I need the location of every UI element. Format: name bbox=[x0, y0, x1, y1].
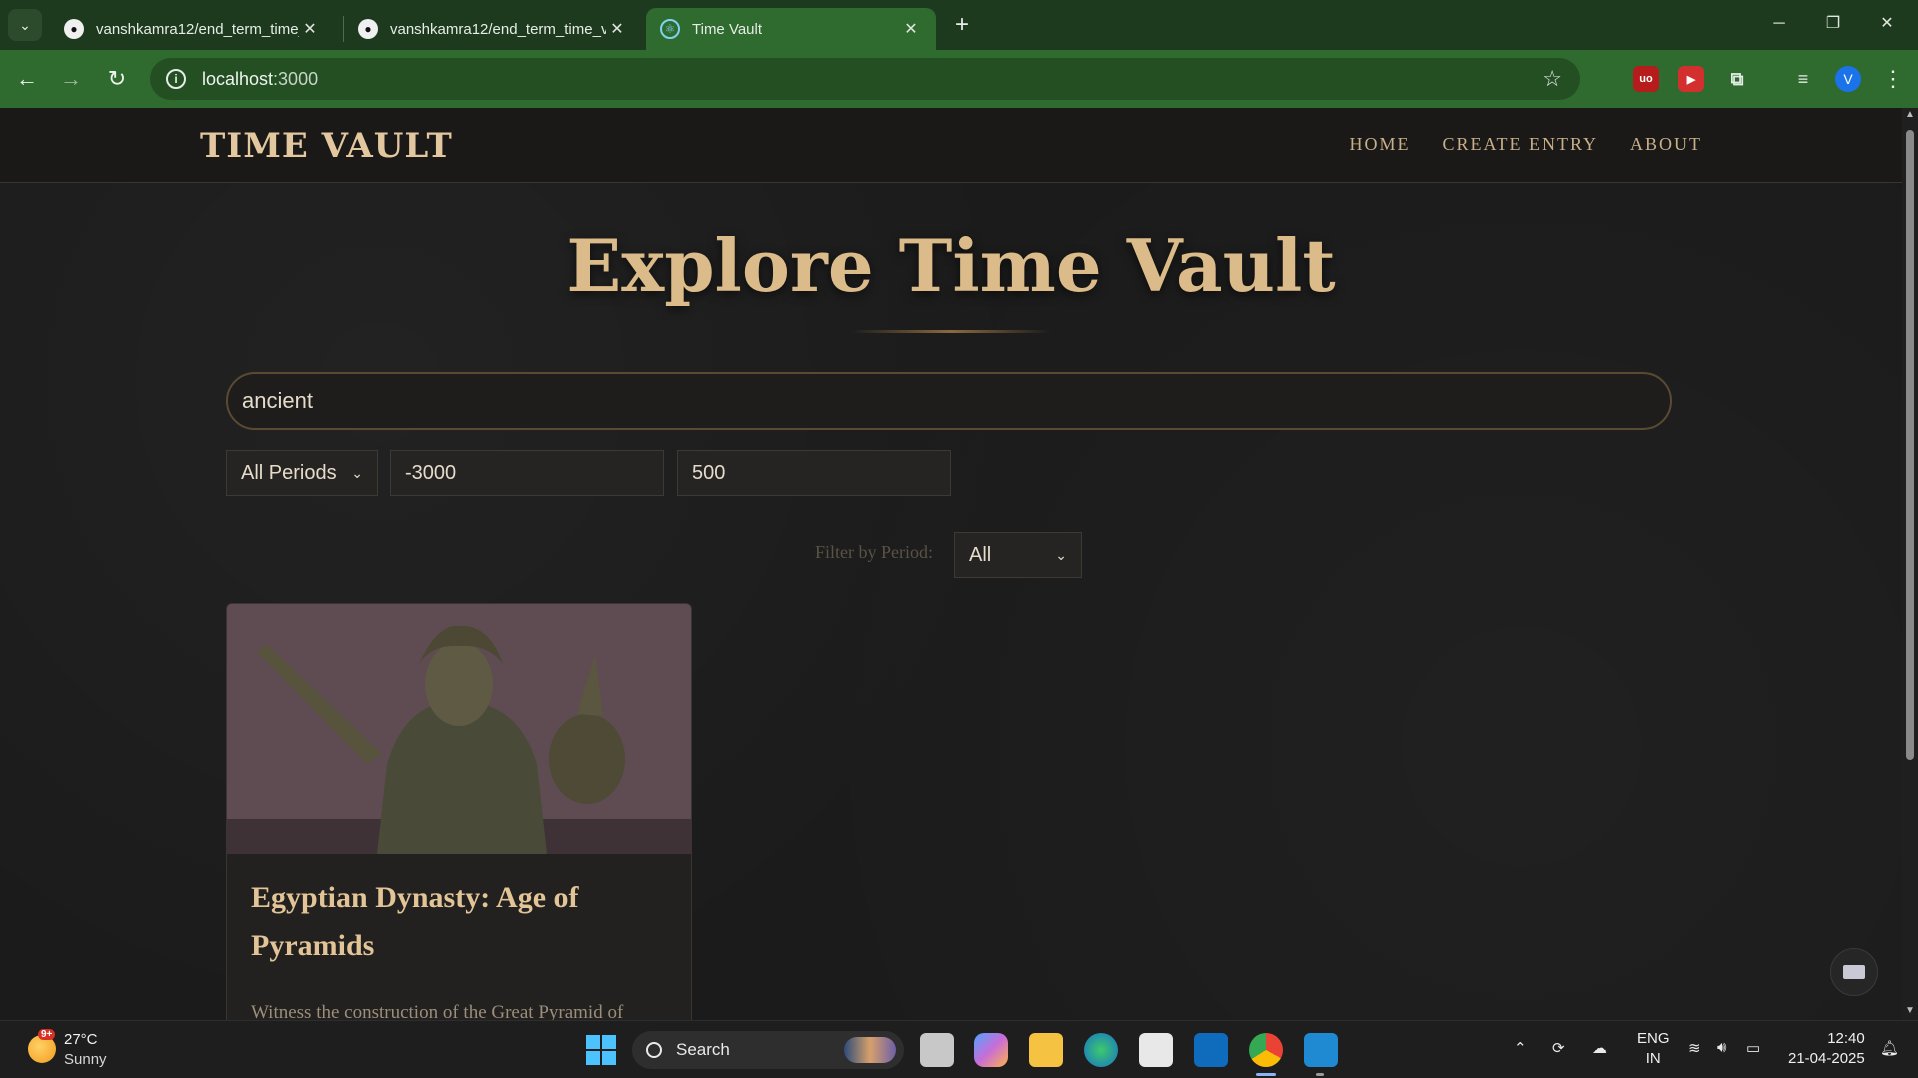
volume-icon[interactable]: 🔊︎ bbox=[1717, 1039, 1726, 1056]
scrollbar-thumb[interactable] bbox=[1906, 130, 1914, 760]
site-logo[interactable]: TIME VAULT bbox=[200, 126, 453, 166]
tab-title: Time Vault bbox=[692, 20, 763, 38]
nav-about[interactable]: ABOUT bbox=[1630, 134, 1702, 155]
chevron-down-icon: ⌄ bbox=[351, 464, 363, 481]
youtube-extension-icon[interactable]: ▶ bbox=[1678, 66, 1704, 92]
page-viewport: TIME VAULT HOME CREATE ENTRY ABOUT Explo… bbox=[0, 108, 1902, 1020]
new-tab-button[interactable]: + bbox=[948, 12, 976, 40]
address-bar[interactable]: i localhost:3000 ☆ bbox=[150, 58, 1580, 100]
entry-card[interactable]: Egyptian Dynasty: Age of Pyramids Witnes… bbox=[226, 603, 692, 1020]
vscode-icon[interactable] bbox=[1304, 1033, 1338, 1067]
period-dropdown[interactable]: All Periods ⌄ bbox=[226, 450, 378, 496]
search-icon bbox=[646, 1042, 662, 1058]
tab-title: vanshkamra12/end_term_time_v bbox=[390, 20, 606, 38]
back-button[interactable]: ← bbox=[12, 64, 42, 94]
edge-browser-icon[interactable] bbox=[1084, 1033, 1118, 1067]
filter-period-value: All bbox=[969, 543, 992, 566]
extensions-puzzle-icon[interactable]: ⧉ bbox=[1724, 66, 1750, 92]
weather-temperature[interactable]: 27°C bbox=[64, 1031, 98, 1048]
nav-home[interactable]: HOME bbox=[1349, 134, 1410, 155]
tab-search-button[interactable]: ⌄ bbox=[8, 9, 42, 41]
chevron-down-icon: ⌄ bbox=[1055, 546, 1067, 563]
system-clock[interactable]: 12:40 21-04-2025 bbox=[1788, 1029, 1865, 1069]
language-indicator[interactable]: ENG IN bbox=[1637, 1029, 1670, 1069]
chrome-icon[interactable] bbox=[1249, 1033, 1283, 1067]
outlook-icon[interactable] bbox=[1194, 1033, 1228, 1067]
filter-period-select[interactable]: All ⌄ bbox=[954, 532, 1082, 578]
notification-badge: 9+ bbox=[38, 1029, 56, 1040]
wifi-icon[interactable]: ≋ bbox=[1688, 1039, 1701, 1057]
sync-icon[interactable]: ⟳ bbox=[1552, 1039, 1565, 1057]
page-scrollbar[interactable]: ▲ ▼ bbox=[1902, 108, 1918, 1020]
windows-start-icon[interactable] bbox=[584, 1033, 618, 1067]
browser-tab-strip: ⌄ ● vanshkamra12/end_term_time_v ✕ ● van… bbox=[0, 0, 1918, 50]
close-window-button[interactable]: ✕ bbox=[1860, 6, 1914, 42]
url-text: localhost:3000 bbox=[202, 68, 319, 89]
windows-taskbar: 9+ 27°C Sunny Search ⌃ ⟳ ☁ ENG IN ≋ 🔊︎ ▭ … bbox=[0, 1020, 1918, 1078]
scroll-down-arrow-icon[interactable]: ▼ bbox=[1904, 1006, 1916, 1016]
reload-button[interactable]: ↻ bbox=[102, 64, 132, 94]
taskbar-search-label: Search bbox=[676, 1040, 730, 1059]
copilot-icon[interactable] bbox=[974, 1033, 1008, 1067]
taskbar-search[interactable]: Search bbox=[632, 1031, 904, 1069]
battery-icon[interactable]: ▭ bbox=[1746, 1039, 1760, 1057]
card-title: Egyptian Dynasty: Age of Pyramids bbox=[251, 881, 579, 962]
minimize-button[interactable]: ─ bbox=[1752, 6, 1806, 42]
github-icon: ● bbox=[358, 19, 378, 39]
card-description: Witness the construction of the Great Py… bbox=[251, 1002, 624, 1020]
browser-toolbar: ← → ↻ i localhost:3000 ☆ uo ▶ ⧉ ≡ V ⋮ bbox=[0, 50, 1918, 108]
show-hidden-icons-chevron-up-icon[interactable]: ⌃ bbox=[1514, 1039, 1527, 1057]
year-to-input[interactable]: 500 bbox=[677, 450, 951, 496]
close-tab-icon[interactable]: ✕ bbox=[900, 19, 922, 39]
keyboard-icon bbox=[1843, 965, 1865, 979]
site-header: TIME VAULT HOME CREATE ENTRY ABOUT bbox=[0, 108, 1902, 183]
profile-avatar[interactable]: V bbox=[1835, 66, 1861, 92]
close-tab-icon[interactable]: ✕ bbox=[606, 19, 628, 39]
chrome-active-indicator bbox=[1256, 1073, 1276, 1076]
tab-title: vanshkamra12/end_term_time_v bbox=[96, 20, 299, 38]
react-icon: ⚛ bbox=[660, 19, 680, 39]
statue-illustration bbox=[227, 604, 691, 854]
notification-bell-icon[interactable]: 🔔︎ bbox=[1880, 1039, 1899, 1057]
media-controls-icon[interactable]: ≡ bbox=[1790, 66, 1816, 92]
clock-time: 12:40 bbox=[1827, 1030, 1865, 1047]
title-divider bbox=[851, 330, 1051, 333]
scroll-up-arrow-icon[interactable]: ▲ bbox=[1904, 110, 1916, 120]
vscode-running-indicator bbox=[1316, 1073, 1324, 1076]
browser-tab-2[interactable]: ● vanshkamra12/end_term_time_v ✕ bbox=[344, 8, 642, 50]
forward-button[interactable]: → bbox=[56, 64, 86, 94]
clock-date: 21-04-2025 bbox=[1788, 1050, 1865, 1067]
search-input[interactable]: ancient bbox=[226, 372, 1672, 430]
keyboard-shortcut-button[interactable] bbox=[1830, 948, 1878, 996]
ublock-extension-icon[interactable]: uo bbox=[1633, 66, 1659, 92]
file-explorer-icon[interactable] bbox=[1029, 1033, 1063, 1067]
close-tab-icon[interactable]: ✕ bbox=[299, 19, 321, 39]
year-from-input[interactable]: -3000 bbox=[390, 450, 664, 496]
microsoft-store-icon[interactable] bbox=[1139, 1033, 1173, 1067]
weather-condition[interactable]: Sunny bbox=[64, 1051, 107, 1068]
filter-period-label: Filter by Period: bbox=[815, 542, 933, 562]
task-view-icon[interactable] bbox=[920, 1033, 954, 1067]
nav-create-entry[interactable]: CREATE ENTRY bbox=[1442, 134, 1598, 155]
browser-menu-icon[interactable]: ⋮ bbox=[1878, 64, 1908, 94]
site-nav: HOME CREATE ENTRY ABOUT bbox=[1349, 134, 1702, 155]
github-icon: ● bbox=[64, 19, 84, 39]
bookmark-star-icon[interactable]: ☆ bbox=[1542, 66, 1562, 92]
search-highlight-art bbox=[844, 1037, 896, 1063]
page-title: Explore Time Vault bbox=[566, 223, 1336, 308]
browser-tab-3[interactable]: ⚛ Time Vault ✕ bbox=[646, 8, 936, 50]
period-dropdown-value: All Periods bbox=[241, 461, 337, 484]
restore-button[interactable]: ❐ bbox=[1806, 6, 1860, 42]
card-image-statue bbox=[227, 604, 691, 854]
browser-tab-1[interactable]: ● vanshkamra12/end_term_time_v ✕ bbox=[50, 8, 335, 50]
site-info-icon[interactable]: i bbox=[166, 69, 186, 89]
onedrive-cloud-icon[interactable]: ☁ bbox=[1592, 1039, 1607, 1057]
